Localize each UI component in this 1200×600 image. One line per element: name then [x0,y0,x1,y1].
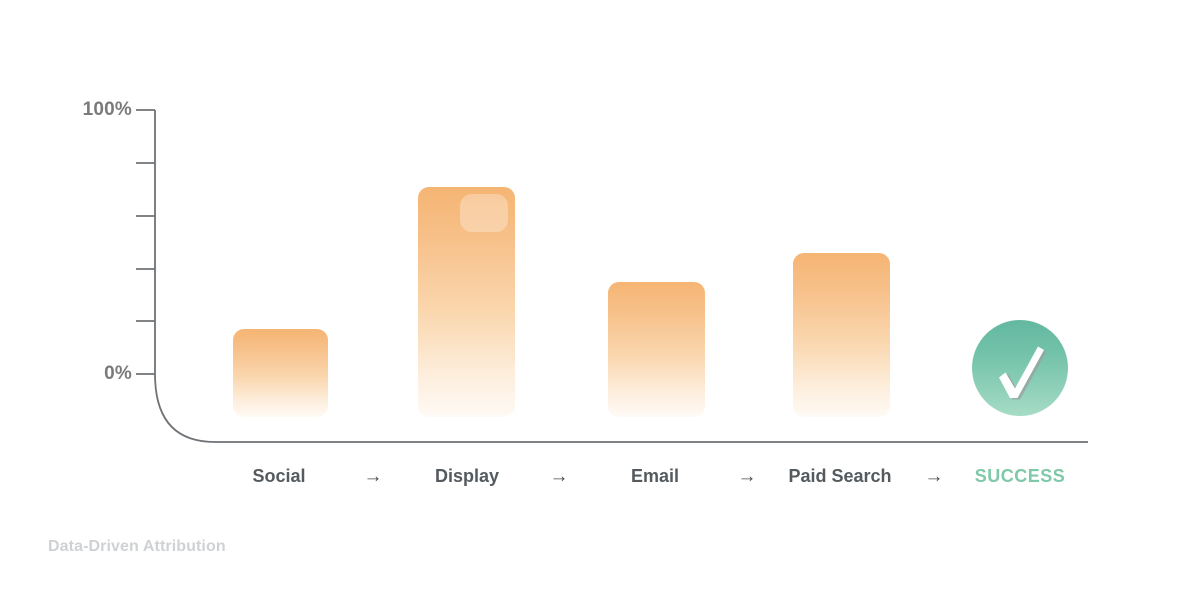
checkmark-icon [999,346,1047,400]
y-axis-label-bottom: 0% [104,363,132,384]
success-badge[interactable] [972,320,1068,416]
axis-ticks [136,109,155,375]
chart-canvas: 100% 0% Social → Display → Email → Paid … [0,0,1200,600]
x-label-display: Display [434,466,500,486]
bar-social[interactable] [233,329,328,417]
x-label-email: Email [630,466,680,486]
bar-display[interactable] [418,186,515,417]
chart-axis [136,109,1088,443]
flow-arrow-1: → [363,466,383,487]
bar-highlight-overlay [460,193,508,232]
flow-arrow-2: → [549,466,569,487]
bar-paid-search[interactable] [793,252,890,417]
x-label-paid-search: Paid Search [788,466,892,486]
x-label-social: Social [252,466,306,486]
flow-arrow-4: → [924,466,944,487]
y-axis-label-top: 100% [82,99,132,120]
chart-caption: Data-Driven Attribution [48,538,226,555]
x-label-success: SUCCESS [974,466,1066,486]
flow-arrow-3: → [737,466,757,487]
bar-email[interactable] [608,281,705,417]
